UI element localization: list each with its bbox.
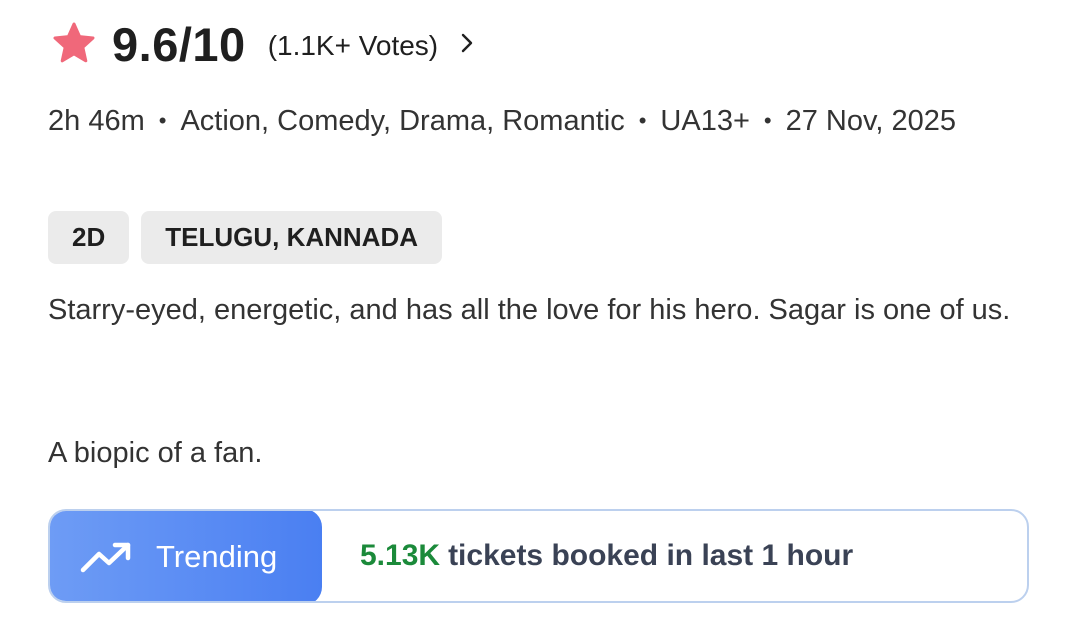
trending-badge: Trending — [50, 511, 322, 601]
rating-value: 9.6/10 — [112, 17, 246, 71]
tickets-booked-label: tickets booked in last 1 hour — [448, 539, 854, 572]
separator-dot: • — [638, 108, 647, 133]
movie-description: Starry-eyed, energetic, and has all the … — [48, 294, 1011, 326]
separator-dot: • — [763, 108, 772, 133]
format-chip-2d: 2D — [48, 211, 130, 264]
duration: 2h 46m — [48, 105, 145, 137]
tickets-booked-text: 5.13K tickets booked in last 1 hour — [360, 511, 853, 601]
release-date: 27 Nov, 2025 — [785, 105, 956, 137]
tickets-count: 5.13K — [360, 539, 441, 572]
separator-dot: • — [158, 108, 167, 133]
movie-meta: 2h 46m • Action, Comedy, Drama, Romantic • U… — [48, 98, 1008, 144]
trending-label: Trending — [156, 539, 278, 574]
rating-row[interactable]: 9.6/10 (1.1K+ Votes) — [50, 14, 478, 74]
star-icon — [53, 22, 95, 63]
genres: Action, Comedy, Drama, Romantic — [180, 105, 625, 137]
trending-card[interactable]: Trending 5.13K tickets booked in last 1 … — [48, 509, 1029, 603]
format-chips: 2D TELUGU, KANNADA — [48, 211, 443, 264]
chevron-right-icon[interactable] — [456, 32, 478, 54]
certificate: UA13+ — [660, 105, 750, 137]
votes-count: (1.1K+ Votes) — [267, 30, 439, 61]
language-chip: TELUGU, KANNADA — [141, 211, 443, 264]
movie-tagline: A biopic of a fan. — [48, 437, 263, 469]
trending-up-icon — [80, 542, 131, 573]
